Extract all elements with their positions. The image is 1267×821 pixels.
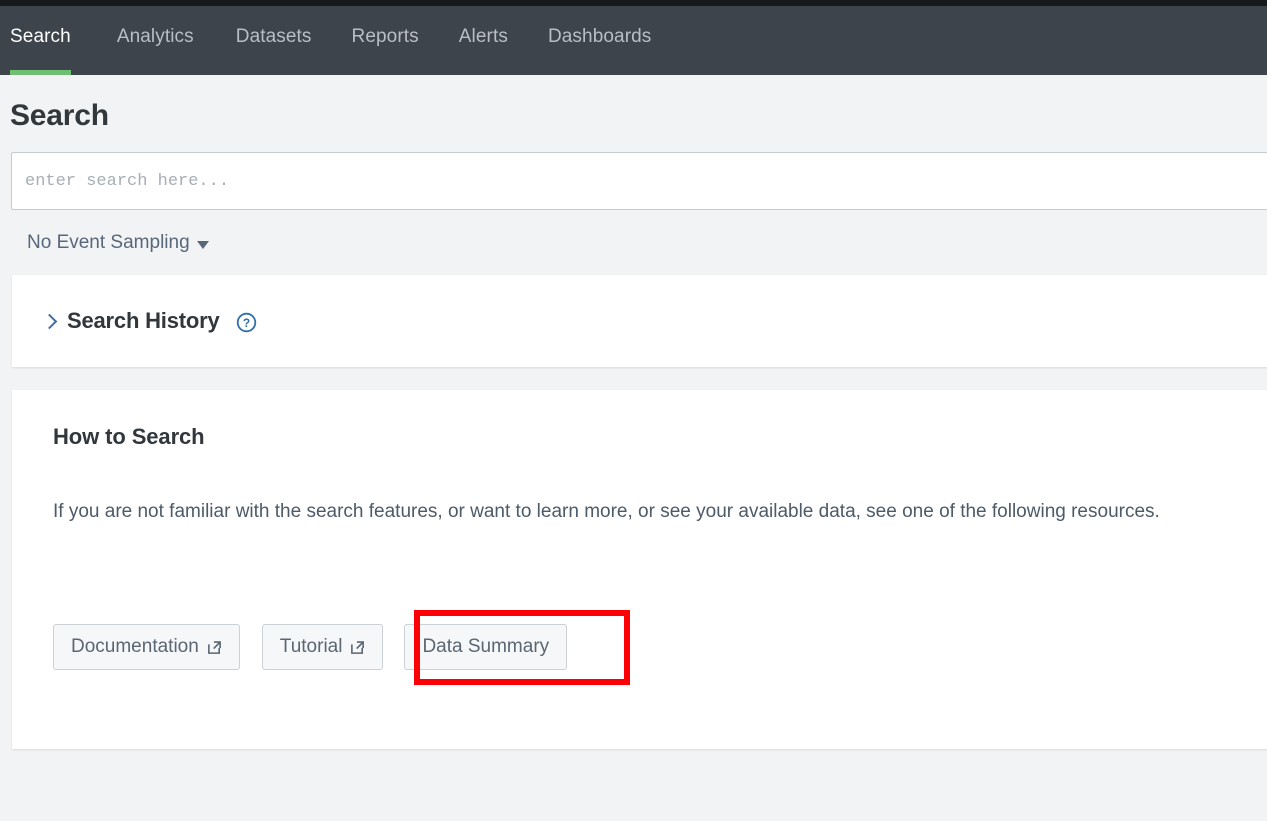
nav-item-search[interactable]: Search <box>10 6 71 75</box>
search-history-card: Search History ? <box>12 275 1267 367</box>
chevron-right-icon <box>41 313 58 329</box>
nav-item-label: Reports <box>351 25 419 47</box>
event-sampling-dropdown[interactable]: No Event Sampling <box>27 232 209 254</box>
how-to-search-title: How to Search <box>53 424 205 449</box>
nav-item-analytics[interactable]: Analytics <box>117 6 194 75</box>
chevron-down-icon <box>196 240 209 249</box>
svg-text:?: ? <box>242 315 249 329</box>
how-to-search-card: How to Search If you are not familiar wi… <box>12 390 1267 749</box>
nav-item-label: Search <box>10 25 71 47</box>
nav-item-alerts[interactable]: Alerts <box>459 6 508 75</box>
sampling-container: No Event Sampling <box>0 210 1267 254</box>
page-title: Search <box>10 99 109 132</box>
how-to-search-body: If you are not familiar with the search … <box>53 501 1160 522</box>
external-link-icon <box>350 639 365 654</box>
nav-item-dashboards[interactable]: Dashboards <box>548 6 651 75</box>
nav-item-datasets[interactable]: Datasets <box>236 6 312 75</box>
top-navigation-bar: Search Analytics Datasets Reports Alerts… <box>0 6 1267 75</box>
external-link-icon <box>207 639 222 654</box>
data-summary-button[interactable]: Data Summary <box>404 624 568 670</box>
search-history-toggle[interactable]: Search History ? <box>41 308 257 334</box>
nav-item-label: Dashboards <box>547 25 652 47</box>
search-history-label: Search History <box>67 308 220 333</box>
documentation-button-label: Documentation <box>71 636 199 657</box>
documentation-button[interactable]: Documentation <box>53 624 240 670</box>
nav-item-label: Alerts <box>458 25 508 47</box>
help-circle-icon[interactable]: ? <box>236 312 257 333</box>
resource-buttons-row: Documentation Tutorial Data Summary <box>53 610 1230 685</box>
nav-item-reports[interactable]: Reports <box>352 6 419 75</box>
event-sampling-label: No Event Sampling <box>27 232 190 253</box>
search-bar-container <box>0 152 1267 210</box>
nav-item-label: Datasets <box>235 25 312 47</box>
data-summary-button-label: Data Summary <box>422 636 550 657</box>
tutorial-button-label: Tutorial <box>279 636 343 657</box>
tutorial-button[interactable]: Tutorial <box>261 624 384 670</box>
nav-item-label: Analytics <box>116 25 194 47</box>
search-input[interactable] <box>11 152 1267 210</box>
nav-active-indicator <box>10 70 71 75</box>
